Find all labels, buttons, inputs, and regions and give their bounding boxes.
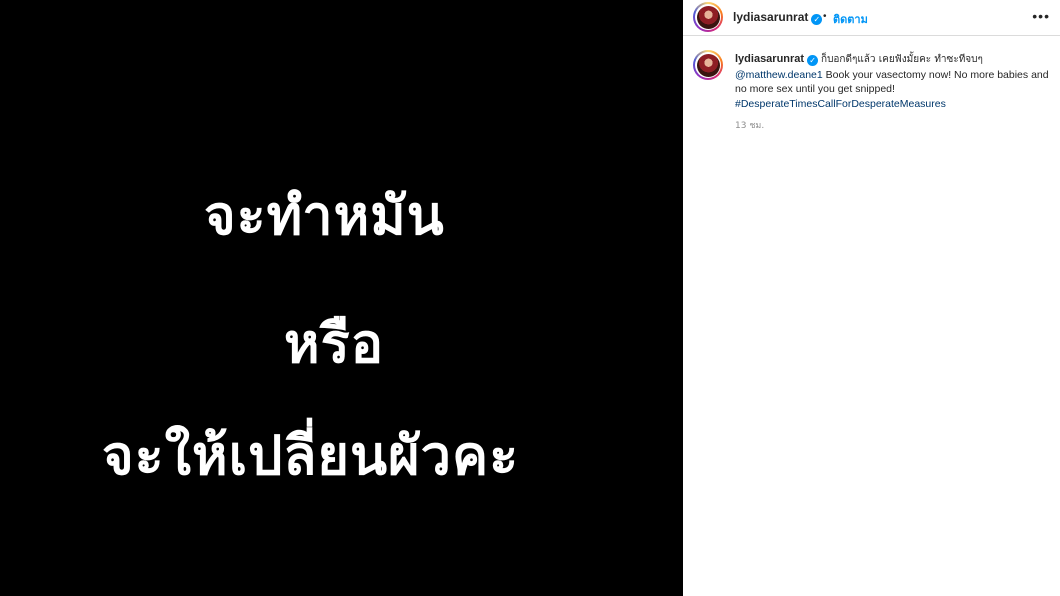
header-username[interactable]: lydiasarunrat ✓ — [733, 10, 823, 25]
caption-avatar[interactable] — [693, 50, 723, 80]
image-text-line-1: จะทำหมัน — [204, 184, 445, 247]
more-options-icon[interactable]: ••• — [1032, 9, 1050, 23]
separator-dot: • — [823, 11, 827, 22]
image-text-line-2: หรือ — [284, 312, 385, 375]
post-image[interactable]: จะทำหมัน หรือ จะให้เปลี่ยนผัวคะ — [0, 0, 683, 596]
caption-username[interactable]: lydiasarunrat — [735, 53, 804, 65]
image-text-line-3: จะให้เปลี่ยนผัวคะ — [102, 424, 520, 487]
verified-badge-icon: ✓ — [807, 55, 819, 66]
caption: lydiasarunrat ✓ ก็บอกดีๆแล้ว เคยฟังมั้ยคะ… — [735, 52, 1053, 111]
header-username-text[interactable]: lydiasarunrat — [733, 10, 808, 24]
avatar[interactable] — [693, 2, 723, 32]
instagram-post: จะทำหมัน หรือ จะให้เปลี่ยนผัวคะ lydiasar… — [0, 0, 1060, 596]
hashtag-link[interactable]: #DesperateTimesCallForDesperateMeasures — [735, 98, 946, 110]
mention-link[interactable]: @matthew.deane1 — [735, 69, 823, 81]
verified-badge-icon: ✓ — [811, 14, 823, 25]
post-header: lydiasarunrat ✓ • ติดตาม ••• — [683, 0, 1060, 36]
caption-thai-text: ก็บอกดีๆแล้ว เคยฟังมั้ยคะ ทำซะทีจบๆ — [821, 54, 983, 65]
post-timestamp: 13 ชม. — [735, 121, 765, 131]
follow-button[interactable]: ติดตาม — [833, 10, 868, 28]
post-sidebar: lydiasarunrat ✓ • ติดตาม ••• lydiasarunra… — [683, 0, 1060, 596]
